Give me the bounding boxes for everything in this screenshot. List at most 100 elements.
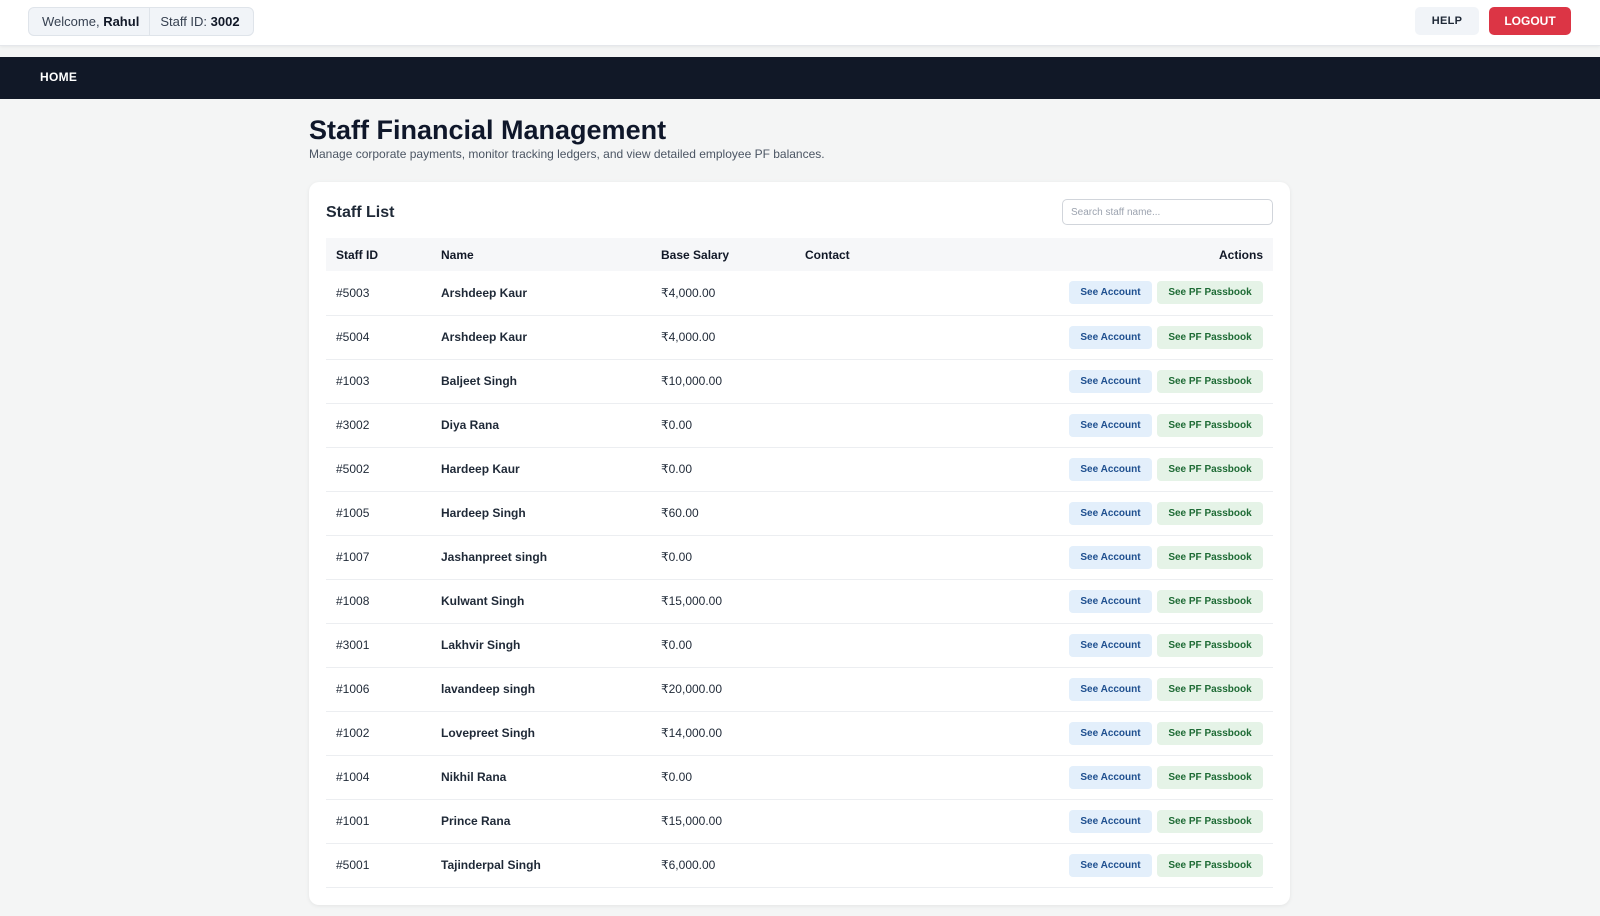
see-pf-passbook-button[interactable]: See PF Passbook [1157,677,1263,701]
logout-button[interactable]: LOGOUT [1489,7,1571,35]
see-pf-passbook-button[interactable]: See PF Passbook [1157,501,1263,525]
column-header-staff-id: Staff ID [336,247,378,262]
base-salary-cell: ₹0.00 [651,755,795,800]
see-pf-passbook-button[interactable]: See PF Passbook [1157,457,1263,481]
base-salary-cell: ₹60.00 [651,491,795,536]
actions-cell: See Account See PF Passbook [995,799,1273,844]
see-account-button[interactable]: See Account [1069,457,1152,481]
staff-table-body: #5003 Arshdeep Kaur ₹4,000.00 See Account Se… [326,271,1273,888]
see-account-button[interactable]: See Account [1069,853,1152,877]
staff-name-cell: Hardeep Singh [431,491,651,536]
base-salary-cell: ₹6,000.00 [651,843,795,888]
see-pf-passbook-button[interactable]: See PF Passbook [1157,809,1263,833]
base-salary-cell: ₹15,000.00 [651,579,795,624]
see-account-button[interactable]: See Account [1069,589,1152,613]
contact-cell [795,535,995,580]
see-account-button[interactable]: See Account [1069,809,1152,833]
table-row: #1002 Lovepreet Singh ₹14,000.00 See Accoun… [326,711,1273,756]
page-title: Staff Financial Management [309,115,667,145]
contact-cell [795,403,995,448]
see-account-button[interactable]: See Account [1069,369,1152,393]
help-button[interactable]: HELP [1415,7,1479,35]
base-salary-cell: ₹20,000.00 [651,667,795,712]
actions-cell: See Account See PF Passbook [995,711,1273,756]
table-row: #1004 Nikhil Rana ₹0.00 See Account See PF P… [326,755,1273,800]
see-pf-passbook-button[interactable]: See PF Passbook [1157,633,1263,657]
column-header-base-salary: Base Salary [661,247,730,262]
contact-cell [795,359,995,404]
staff-id-cell: #3002 [326,403,431,448]
table-row: #3002 Diya Rana ₹0.00 See Account See PF Pas… [326,403,1273,448]
see-account-button[interactable]: See Account [1069,633,1152,657]
staff-name-cell: Baljeet Singh [431,359,651,404]
user-name: Rahul [103,14,140,29]
see-pf-passbook-button[interactable]: See PF Passbook [1157,765,1263,789]
base-salary-cell: ₹0.00 [651,447,795,492]
column-header-contact: Contact [805,247,850,262]
user-info-divider [149,7,151,36]
see-pf-passbook-button[interactable]: See PF Passbook [1157,721,1263,745]
contact-cell [795,623,995,668]
table-row: #1003 Baljeet Singh ₹10,000.00 See Account S… [326,359,1273,404]
actions-cell: See Account See PF Passbook [995,359,1273,404]
contact-cell [795,799,995,844]
see-account-button[interactable]: See Account [1069,325,1152,349]
actions-cell: See Account See PF Passbook [995,403,1273,448]
see-account-button[interactable]: See Account [1069,545,1152,569]
staff-name-cell: Arshdeep Kaur [431,315,651,360]
see-account-button[interactable]: See Account [1069,765,1152,789]
staff-id-cell: #1005 [326,491,431,536]
see-pf-passbook-button[interactable]: See PF Passbook [1157,545,1263,569]
staff-id-value: 3002 [210,14,240,29]
see-pf-passbook-button[interactable]: See PF Passbook [1157,413,1263,437]
staff-id-label: Staff ID: [160,14,208,29]
page-subtitle: Manage corporate payments, monitor track… [309,147,825,161]
contact-cell [795,315,995,360]
table-row: #5004 Arshdeep Kaur ₹4,000.00 See Account Se… [326,315,1273,360]
staff-id-cell: #5001 [326,843,431,888]
actions-cell: See Account See PF Passbook [995,447,1273,492]
staff-name-cell: Lovepreet Singh [431,711,651,756]
actions-cell: See Account See PF Passbook [995,491,1273,536]
base-salary-cell: ₹0.00 [651,623,795,668]
search-staff-input[interactable] [1062,199,1273,225]
contact-cell [795,491,995,536]
column-header-actions: Actions [1218,247,1263,262]
see-pf-passbook-button[interactable]: See PF Passbook [1157,281,1263,305]
staff-id-cell: #1006 [326,667,431,712]
table-row: #1008 Kulwant Singh ₹15,000.00 See Account S… [326,579,1273,624]
table-row: #5001 Tajinderpal Singh ₹6,000.00 See Accou… [326,843,1273,888]
base-salary-cell: ₹0.00 [651,403,795,448]
see-pf-passbook-button[interactable]: See PF Passbook [1157,589,1263,613]
staff-id-cell: #5003 [326,271,431,316]
staff-list-title: Staff List [326,204,395,221]
contact-cell [795,271,995,316]
staff-id-cell: #1008 [326,579,431,624]
see-account-button[interactable]: See Account [1069,281,1152,305]
column-header-name: Name [441,247,474,262]
staff-name-cell: Hardeep Kaur [431,447,651,492]
staff-id-cell: #1001 [326,799,431,844]
see-account-button[interactable]: See Account [1069,677,1152,701]
table-header-row: Staff ID Name Base Salary Contact Action… [326,238,1273,271]
see-pf-passbook-button[interactable]: See PF Passbook [1157,325,1263,349]
contact-cell [795,667,995,712]
see-pf-passbook-button[interactable]: See PF Passbook [1157,369,1263,393]
actions-cell: See Account See PF Passbook [995,843,1273,888]
nav-home-link[interactable]: HOME [40,70,77,84]
staff-name-cell: Prince Rana [431,799,651,844]
user-info-box: Welcome, Rahul Staff ID: 3002 [28,7,254,36]
see-pf-passbook-button[interactable]: See PF Passbook [1157,853,1263,877]
staff-name-cell: lavandeep singh [431,667,651,712]
see-account-button[interactable]: See Account [1069,721,1152,745]
see-account-button[interactable]: See Account [1069,501,1152,525]
actions-cell: See Account See PF Passbook [995,271,1273,316]
table-row: #1005 Hardeep Singh ₹60.00 See Account See P… [326,491,1273,536]
see-account-button[interactable]: See Account [1069,413,1152,437]
contact-cell [795,755,995,800]
staff-name-cell: Lakhvir Singh [431,623,651,668]
table-row: #1007 Jashanpreet singh ₹0.00 See Account Se… [326,535,1273,580]
staff-name-cell: Arshdeep Kaur [431,271,651,316]
staff-name-cell: Jashanpreet singh [431,535,651,580]
staff-id-cell: #5004 [326,315,431,360]
